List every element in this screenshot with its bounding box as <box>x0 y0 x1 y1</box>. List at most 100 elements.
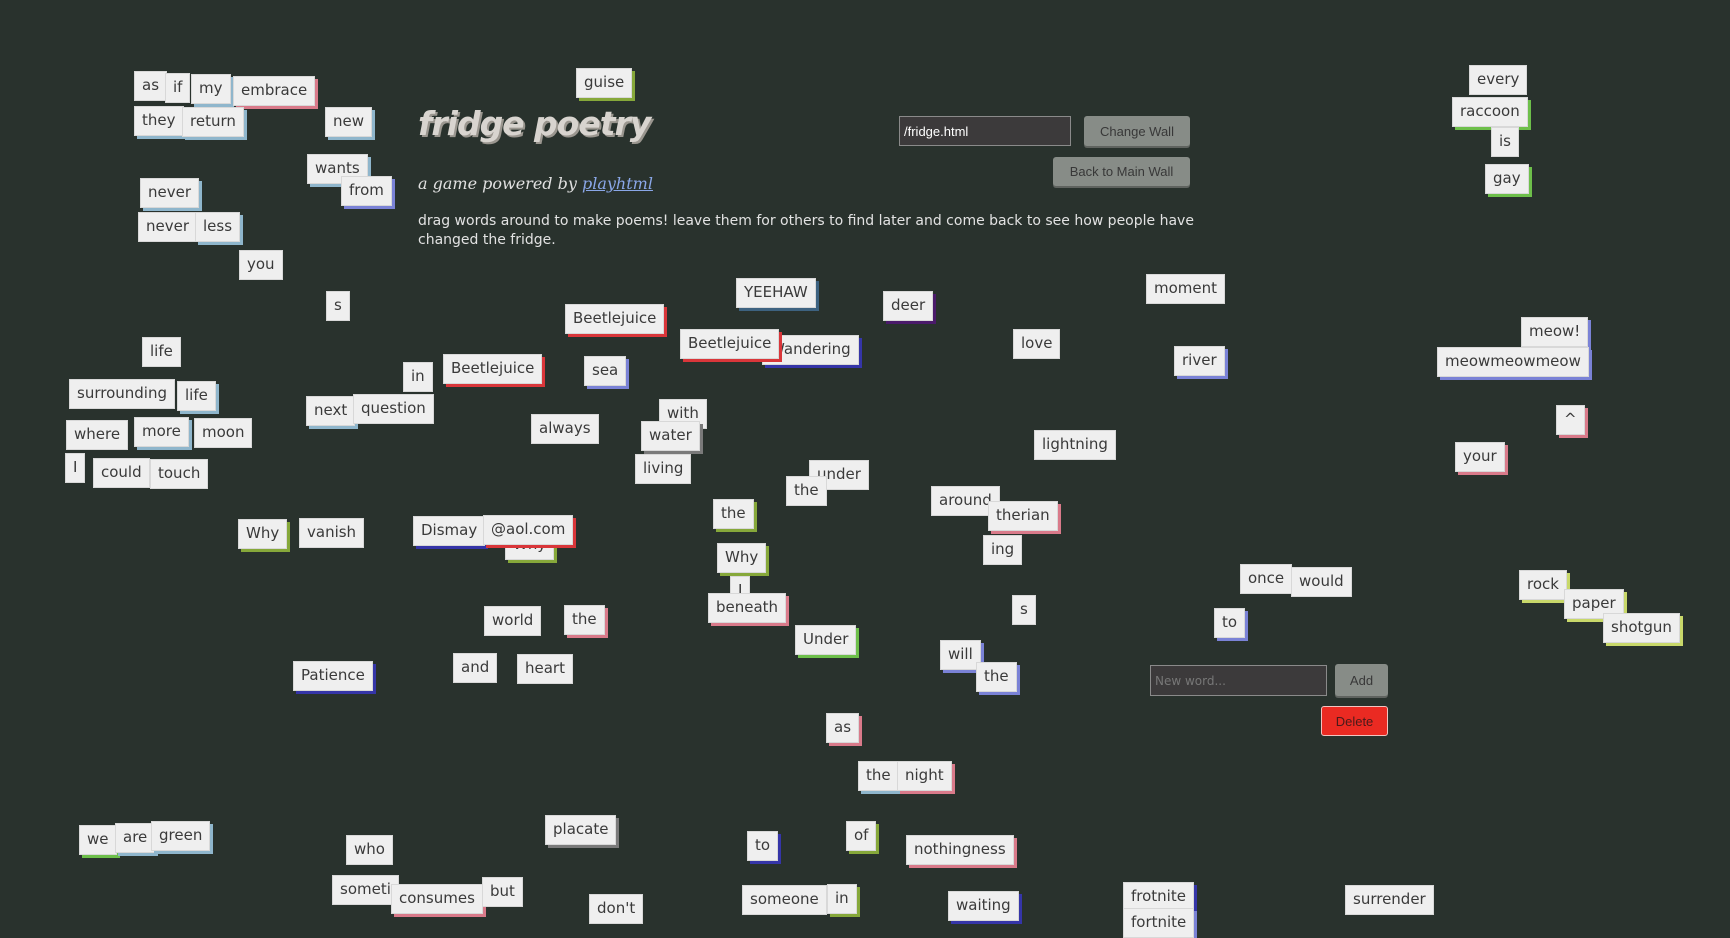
word-magnet[interactable]: Beetlejuice <box>565 304 665 334</box>
word-magnet[interactable]: consumes <box>391 884 483 914</box>
word-magnet[interactable]: meowmeowmeow <box>1437 347 1589 377</box>
word-magnet[interactable]: @aol.com <box>483 515 574 545</box>
word-magnet[interactable]: embrace <box>233 76 316 106</box>
word-magnet[interactable]: never <box>140 178 200 208</box>
word-magnet[interactable]: vanish <box>299 518 365 548</box>
word-magnet[interactable]: surrender <box>1345 885 1434 915</box>
word-magnet[interactable]: deer <box>883 291 934 321</box>
word-magnet[interactable]: placate <box>545 815 617 845</box>
delete-word-button[interactable]: Delete <box>1321 706 1388 736</box>
word-magnet[interactable]: your <box>1455 442 1505 472</box>
subtitle-prefix: a game powered by <box>418 174 582 193</box>
word-magnet[interactable]: question <box>353 394 434 424</box>
word-magnet[interactable]: return <box>182 107 244 137</box>
word-magnet[interactable]: the <box>858 761 899 791</box>
word-magnet[interactable]: always <box>531 414 599 444</box>
word-magnet[interactable]: will <box>940 640 981 670</box>
word-magnet[interactable]: water <box>641 421 700 451</box>
word-magnet[interactable]: guise <box>576 68 633 98</box>
word-magnet[interactable]: touch <box>150 459 209 489</box>
word-magnet[interactable]: surrounding <box>69 379 175 409</box>
word-magnet[interactable]: raccoon <box>1452 97 1528 127</box>
word-magnet[interactable]: ^ <box>1556 405 1585 435</box>
word-magnet[interactable]: less <box>195 212 241 242</box>
word-magnet[interactable]: s <box>1012 595 1036 625</box>
word-magnet[interactable]: river <box>1174 346 1225 376</box>
add-word-button[interactable]: Add <box>1335 664 1388 696</box>
word-magnet[interactable]: shotgun <box>1603 613 1680 643</box>
word-magnet[interactable]: would <box>1291 567 1352 597</box>
back-to-main-wall-button[interactable]: Back to Main Wall <box>1053 157 1190 186</box>
word-magnet[interactable]: heart <box>517 654 573 684</box>
word-magnet[interactable]: moon <box>194 418 253 448</box>
word-magnet[interactable]: as <box>134 71 168 101</box>
word-magnet[interactable]: Beetlejuice <box>443 354 543 384</box>
word-magnet[interactable]: gay <box>1485 164 1529 194</box>
word-magnet[interactable]: moment <box>1146 274 1226 304</box>
word-magnet[interactable]: in <box>827 884 857 914</box>
playhtml-link[interactable]: playhtml <box>582 174 653 193</box>
word-magnet[interactable]: the <box>564 605 605 635</box>
word-magnet[interactable]: someone <box>742 885 827 915</box>
word-magnet[interactable]: more <box>134 417 189 447</box>
subtitle: a game powered by playhtml <box>418 174 653 193</box>
word-magnet[interactable]: they <box>134 106 184 136</box>
word-magnet[interactable]: fortnite <box>1123 908 1195 938</box>
word-magnet[interactable]: Beetlejuice <box>680 329 780 359</box>
word-magnet[interactable]: love <box>1013 329 1061 359</box>
word-magnet[interactable]: life <box>142 337 181 367</box>
new-word-input[interactable] <box>1150 665 1327 696</box>
word-magnet[interactable]: new <box>325 107 373 137</box>
word-magnet[interactable]: Why <box>717 543 767 573</box>
word-magnet[interactable]: the <box>713 499 754 529</box>
word-magnet[interactable]: I <box>65 453 86 483</box>
word-magnet[interactable]: living <box>635 454 692 484</box>
word-magnet[interactable]: life <box>177 381 216 411</box>
word-magnet[interactable]: ing <box>983 535 1023 565</box>
word-magnet[interactable]: who <box>346 835 393 865</box>
change-wall-button[interactable]: Change Wall <box>1084 116 1190 146</box>
word-magnet[interactable]: Under <box>795 625 857 655</box>
word-magnet[interactable]: meow! <box>1521 317 1589 347</box>
word-magnet[interactable]: don't <box>589 894 644 924</box>
wall-path-input[interactable] <box>899 116 1071 146</box>
word-magnet[interactable]: we <box>79 825 117 855</box>
word-magnet[interactable]: are <box>115 823 156 853</box>
word-magnet[interactable]: world <box>484 606 542 636</box>
word-magnet[interactable]: someti <box>332 875 399 905</box>
word-magnet[interactable]: of <box>846 821 877 851</box>
word-magnet[interactable]: green <box>151 821 211 851</box>
word-magnet[interactable]: every <box>1469 65 1528 95</box>
word-magnet[interactable]: beneath <box>708 593 787 623</box>
word-magnet[interactable]: once <box>1240 564 1293 594</box>
word-magnet[interactable]: YEEHAW <box>736 278 816 308</box>
word-magnet[interactable]: in <box>403 362 433 392</box>
word-magnet[interactable]: from <box>341 176 392 206</box>
word-magnet[interactable]: Why <box>238 519 288 549</box>
word-magnet[interactable]: Dismay <box>413 516 486 546</box>
word-magnet[interactable]: if <box>165 73 191 103</box>
word-magnet[interactable]: the <box>976 662 1017 692</box>
word-magnet[interactable]: rock <box>1519 570 1567 600</box>
word-magnet[interactable]: lightning <box>1034 430 1116 460</box>
word-magnet[interactable]: as <box>826 713 860 743</box>
word-magnet[interactable]: where <box>66 420 129 450</box>
word-magnet[interactable]: never <box>138 212 198 242</box>
word-magnet[interactable]: waiting <box>948 891 1019 921</box>
word-magnet[interactable]: but <box>482 877 523 907</box>
word-magnet[interactable]: next <box>306 396 356 426</box>
word-magnet[interactable]: is <box>1491 127 1519 157</box>
word-magnet[interactable]: and <box>453 653 498 683</box>
word-magnet[interactable]: Patience <box>293 661 373 691</box>
word-magnet[interactable]: to <box>747 831 779 861</box>
word-magnet[interactable]: therian <box>988 501 1058 531</box>
word-magnet[interactable]: night <box>897 761 952 791</box>
word-magnet[interactable]: sea <box>584 356 627 386</box>
word-magnet[interactable]: the <box>786 476 827 506</box>
word-magnet[interactable]: you <box>239 250 283 280</box>
word-magnet[interactable]: could <box>93 458 150 488</box>
word-magnet[interactable]: to <box>1214 608 1246 638</box>
word-magnet[interactable]: s <box>326 291 350 321</box>
word-magnet[interactable]: nothingness <box>906 835 1014 865</box>
word-magnet[interactable]: my <box>191 74 231 104</box>
